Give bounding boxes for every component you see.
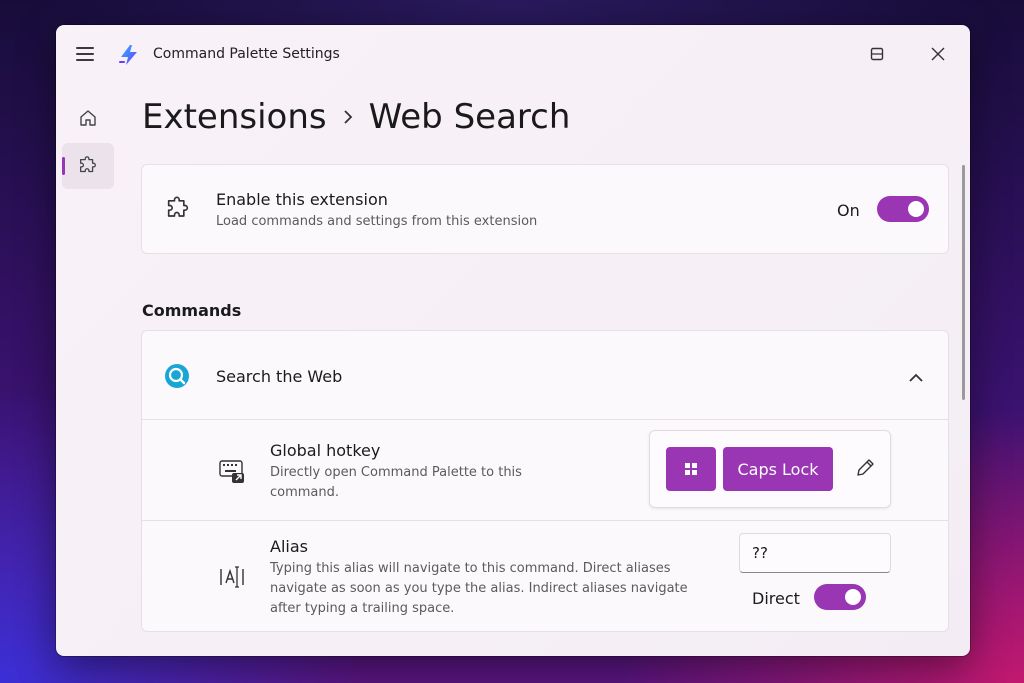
maximize-button[interactable] — [861, 39, 893, 69]
scrollbar[interactable] — [962, 165, 965, 400]
enable-state-label: On — [837, 201, 860, 220]
enable-extension-title: Enable this extension — [216, 190, 388, 209]
nav-rail — [62, 95, 114, 191]
divider — [142, 520, 948, 521]
alias-input-value: ?? — [752, 544, 768, 562]
hotkey-editor[interactable]: Caps Lock — [649, 430, 891, 508]
nav-item-home[interactable] — [62, 95, 114, 141]
chevron-right-icon — [341, 109, 355, 125]
alias-title: Alias — [270, 537, 308, 556]
hotkey-subtitle: Directly open Command Palette to this co… — [270, 465, 522, 500]
nav-item-extensions[interactable] — [62, 143, 114, 189]
close-icon — [931, 47, 945, 61]
enable-extension-card: Enable this extension Load commands and … — [141, 164, 949, 254]
extensions-puzzle-icon — [80, 156, 96, 173]
alias-subtitle: Typing this alias will navigate to this … — [270, 561, 688, 616]
breadcrumb-web-search: Web Search — [368, 97, 571, 137]
hotkey-title: Global hotkey — [270, 441, 381, 460]
home-icon — [80, 110, 96, 126]
direct-alias-toggle[interactable] — [814, 584, 866, 610]
breadcrumb-extensions[interactable]: Extensions — [142, 97, 327, 137]
maximize-icon — [870, 47, 884, 61]
web-search-icon — [164, 363, 190, 393]
enable-extension-toggle[interactable] — [877, 196, 929, 222]
title-bar: Command Palette Settings — [56, 25, 970, 85]
divider — [142, 419, 948, 420]
command-card: Search the Web Global hotkey Directly op… — [141, 330, 949, 632]
direct-label: Direct — [752, 589, 800, 608]
app-title: Command Palette Settings — [153, 46, 340, 62]
command-header[interactable]: Search the Web — [142, 331, 948, 419]
chevron-up-icon[interactable] — [908, 369, 924, 388]
close-button[interactable] — [922, 39, 954, 69]
command-title: Search the Web — [216, 367, 343, 386]
enable-extension-subtitle: Load commands and settings from this ext… — [216, 214, 538, 229]
extension-puzzle-icon — [164, 195, 192, 227]
keyboard-shortcut-icon — [218, 457, 246, 489]
settings-window: Command Palette Settings Extensions Web … — [56, 25, 970, 656]
hamburger-icon[interactable] — [76, 45, 98, 63]
commands-heading: Commands — [142, 301, 242, 320]
breadcrumb: Extensions Web Search — [142, 97, 570, 137]
alias-input[interactable]: ?? — [739, 533, 891, 573]
edit-pencil-icon[interactable] — [854, 457, 876, 483]
windows-key — [666, 447, 716, 491]
windows-logo-icon — [685, 463, 697, 475]
caps-lock-key: Caps Lock — [723, 447, 833, 491]
alias-text-icon — [218, 563, 246, 595]
command-palette-bolt-icon — [118, 44, 138, 65]
